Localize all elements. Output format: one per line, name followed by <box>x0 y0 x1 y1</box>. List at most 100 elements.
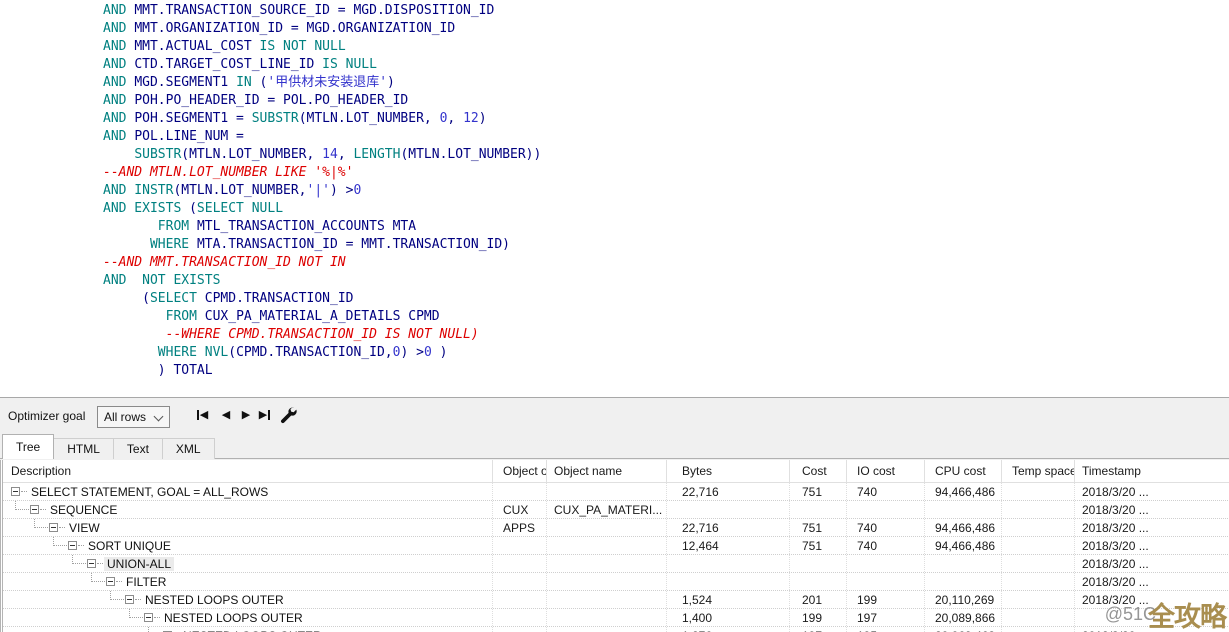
tab-text[interactable]: Text <box>114 438 163 459</box>
cell-timestamp: 2018/3/20 ... <box>1075 483 1229 500</box>
explain-plan-panel: Optimizer goal All rows ◀ ◀ ▶ ▶ <box>0 397 1229 632</box>
tree-connector <box>15 501 29 510</box>
cell-io_cost: 197 <box>847 609 925 626</box>
preferences-button[interactable] <box>279 406 299 426</box>
tree-node-label: UNION-ALL <box>104 557 174 571</box>
cell-timestamp: 2018/3/20 ... <box>1075 537 1229 554</box>
tree-collapse-toggle[interactable] <box>49 523 58 532</box>
cell-temp_space <box>1002 609 1075 626</box>
cell-io_cost: 195 <box>847 627 925 632</box>
column-header-bytes[interactable]: Bytes <box>667 460 790 482</box>
plsql-explain-plan-window: AND MMT.TRANSACTION_SOURCE_ID = MGD.DISP… <box>0 0 1229 632</box>
plan-tree-row[interactable]: 1,40019919720,089,866NESTED LOOPS OUTER <box>3 609 1229 627</box>
cell-owner <box>493 627 547 632</box>
tree-node-label: SELECT STATEMENT, GOAL = ALL_ROWS <box>31 485 268 499</box>
code-line: --AND MTLN.LOT_NUMBER LIKE '%|%' <box>103 164 1229 182</box>
cell-timestamp: 2018/3/20 ... <box>1075 627 1229 632</box>
tree-connector <box>110 591 124 600</box>
plan-tree-row[interactable]: 1,52420119920,110,2692018/3/20 ...NESTED… <box>3 591 1229 609</box>
cell-cpu_cost <box>925 501 1002 518</box>
tree-collapse-toggle[interactable] <box>106 577 115 586</box>
tree-connector <box>72 555 86 564</box>
plan-tree-row[interactable]: CUXCUX_PA_MATERI...2018/3/20 ...SEQUENCE <box>3 501 1229 519</box>
plan-tree-row[interactable]: 2018/3/20 ... UNION-ALL <box>3 555 1229 573</box>
plan-tree-row[interactable]: APPS22,71675174094,466,4862018/3/20 ...V… <box>3 519 1229 537</box>
optimizer-goal-select[interactable]: All rows <box>97 406 170 428</box>
cell-owner <box>493 591 547 608</box>
next-record-button[interactable]: ▶ <box>236 405 256 425</box>
cell-bytes: 1,276 <box>667 627 790 632</box>
column-header-description[interactable]: Description <box>3 460 493 482</box>
cell-bytes <box>667 573 790 590</box>
cell-cpu_cost: 94,466,486 <box>925 519 1002 536</box>
tree-collapse-toggle[interactable] <box>68 541 77 550</box>
cell-cost: 201 <box>790 591 847 608</box>
tab-html[interactable]: HTML <box>54 438 114 459</box>
code-line: AND MMT.TRANSACTION_SOURCE_ID = MGD.DISP… <box>103 2 1229 20</box>
column-header-object-ow[interactable]: Object ow... <box>493 460 547 482</box>
cell-bytes: 22,716 <box>667 519 790 536</box>
tree-collapse-toggle[interactable] <box>144 613 153 622</box>
cell-io_cost: 740 <box>847 483 925 500</box>
cell-temp_space <box>1002 555 1075 572</box>
tree-collapse-toggle[interactable] <box>11 487 20 496</box>
plan-tree-grid: DescriptionObject ow...Object nameBytesC… <box>0 460 1229 632</box>
cell-timestamp: 2018/3/20 ... <box>1075 555 1229 572</box>
tree-collapse-toggle[interactable] <box>87 559 96 568</box>
sql-editor[interactable]: AND MMT.TRANSACTION_SOURCE_ID = MGD.DISP… <box>0 0 1229 397</box>
cell-name <box>547 591 667 608</box>
code-line: AND EXISTS (SELECT NULL <box>103 200 1229 218</box>
cell-bytes <box>667 501 790 518</box>
tab-xml[interactable]: XML <box>163 438 215 459</box>
code-line: AND POH.SEGMENT1 = SUBSTR(MTLN.LOT_NUMBE… <box>103 110 1229 128</box>
cell-bytes: 12,464 <box>667 537 790 554</box>
cell-owner <box>493 609 547 626</box>
column-header-cost[interactable]: Cost <box>790 460 847 482</box>
sql-code: AND MMT.TRANSACTION_SOURCE_ID = MGD.DISP… <box>0 0 1229 380</box>
cell-temp_space <box>1002 519 1075 536</box>
column-header-object-name[interactable]: Object name <box>547 460 667 482</box>
grid-header: DescriptionObject ow...Object nameBytesC… <box>3 460 1229 483</box>
cell-temp_space <box>1002 483 1075 500</box>
column-header-cpu-cost[interactable]: CPU cost <box>925 460 1002 482</box>
last-record-button[interactable]: ▶ <box>255 405 275 425</box>
code-line: (SELECT CPMD.TRANSACTION_ID <box>103 290 1229 308</box>
cell-timestamp: 2018/3/20 ... <box>1075 501 1229 518</box>
code-line: AND MGD.SEGMENT1 IN ('甲供材未安装退库') <box>103 74 1229 92</box>
cell-description <box>3 573 493 590</box>
tree-collapse-toggle[interactable] <box>125 595 134 604</box>
cell-io_cost <box>847 501 925 518</box>
plan-tree-row[interactable]: 2018/3/20 ...FILTER <box>3 573 1229 591</box>
code-line: AND CTD.TARGET_COST_LINE_ID IS NULL <box>103 56 1229 74</box>
code-line: --WHERE CPMD.TRANSACTION_ID IS NOT NULL) <box>103 326 1229 344</box>
code-line: WHERE NVL(CPMD.TRANSACTION_ID,0) >0 ) <box>103 344 1229 362</box>
tab-tree[interactable]: Tree <box>2 434 54 459</box>
prior-record-button[interactable]: ◀ <box>216 405 236 425</box>
cell-cpu_cost <box>925 573 1002 590</box>
cell-cpu_cost: 94,466,486 <box>925 483 1002 500</box>
cell-owner <box>493 483 547 500</box>
column-header-timestamp[interactable]: Timestamp <box>1075 460 1229 482</box>
code-line: AND INSTR(MTLN.LOT_NUMBER,'|') >0 <box>103 182 1229 200</box>
optimizer-goal-label: Optimizer goal <box>8 409 85 423</box>
chevron-down-icon <box>154 412 164 422</box>
first-record-button[interactable]: ◀ <box>192 405 212 425</box>
tree-node-label: NESTED LOOPS OUTER <box>145 593 284 607</box>
cell-name <box>547 483 667 500</box>
column-header-temp-space[interactable]: Temp space <box>1002 460 1075 482</box>
cell-name <box>547 519 667 536</box>
column-header-io-cost[interactable]: IO cost <box>847 460 925 482</box>
cell-io_cost: 740 <box>847 537 925 554</box>
tree-node-label: SEQUENCE <box>50 503 117 517</box>
plan-tree-row[interactable]: 12,46475174094,466,4862018/3/20 ...SORT … <box>3 537 1229 555</box>
plan-view-tabs: TreeHTMLTextXML <box>0 434 1229 459</box>
plan-tree-row[interactable]: 1,27619719520,069,4632018/3/20 ...NESTED… <box>3 627 1229 632</box>
code-line: ) TOTAL <box>103 362 1229 380</box>
cell-owner: CUX <box>493 501 547 518</box>
code-line: AND NOT EXISTS <box>103 272 1229 290</box>
tree-collapse-toggle[interactable] <box>30 505 39 514</box>
cell-cost: 199 <box>790 609 847 626</box>
cell-io_cost: 199 <box>847 591 925 608</box>
plan-tree-row[interactable]: 22,71675174094,466,4862018/3/20 ...SELEC… <box>3 483 1229 501</box>
first-record-icon: ◀ <box>196 409 208 421</box>
